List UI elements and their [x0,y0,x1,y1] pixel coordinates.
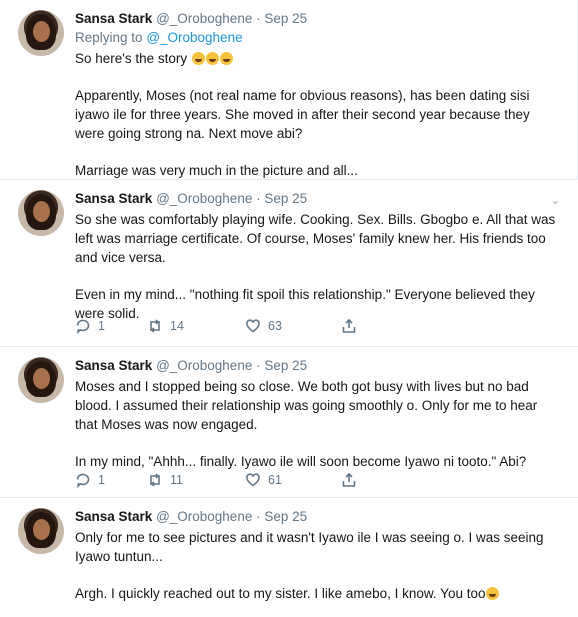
reply-icon [76,319,90,334]
tweet-date[interactable]: Sep 25 [264,11,307,26]
retweet-button[interactable]: 14 [147,318,245,334]
tweet-date[interactable]: Sep 25 [264,191,307,206]
tweet-actions: 1 14 63 [75,318,357,334]
author-name[interactable]: Sansa Stark [75,11,152,26]
retweet-icon [150,473,160,487]
share-icon [342,472,356,487]
tweet-text: Moses and I stopped being so close. We b… [75,379,538,469]
tongue-emoji-icon [486,587,500,600]
reply-icon [76,473,90,488]
tweet-1[interactable]: Sansa Stark @_Oroboghene · Sep 25 Replyi… [0,0,578,180]
reply-button[interactable]: 1 [75,472,147,488]
tweet-actions: 1 11 61 [75,472,357,488]
author-handle[interactable]: @_Oroboghene [156,358,252,373]
tweet-2[interactable]: Sansa Stark @_Oroboghene · Sep 25 ⌄ So s… [0,180,578,347]
tweet-text: So here's the story Apparently, Moses (n… [75,51,530,178]
avatar[interactable] [18,357,64,403]
tweet-header: Sansa Stark @_Oroboghene · Sep 25 ⌄ [75,190,560,208]
tweet-header: Sansa Stark @_Oroboghene · Sep 25 [75,358,308,373]
tweet-text: So she was comfortably playing wife. Coo… [75,212,556,321]
retweet-button[interactable]: 11 [147,472,245,488]
share-icon [342,318,356,333]
author-handle[interactable]: @_Oroboghene [156,11,252,26]
like-button[interactable]: 63 [245,318,341,334]
avatar[interactable] [18,10,64,56]
reply-context: Replying to @_Oroboghene [75,30,243,45]
tweet-text: Only for me to see pictures and it wasn'… [75,530,544,601]
reply-button[interactable]: 1 [75,318,147,334]
heart-icon [246,319,260,333]
share-button[interactable] [341,472,357,488]
laughing-emoji-icon [205,52,219,65]
tweet-date[interactable]: Sep 25 [264,358,307,373]
author-name[interactable]: Sansa Stark [75,358,152,373]
like-button[interactable]: 61 [245,472,341,488]
tweet-header: Sansa Stark @_Oroboghene · Sep 25 [75,11,308,26]
avatar[interactable] [18,508,64,554]
author-handle[interactable]: @_Oroboghene [156,191,252,206]
laughing-emoji-icon [219,52,233,65]
reply-to-link[interactable]: @_Oroboghene [146,30,242,45]
tweet-3[interactable]: Sansa Stark @_Oroboghene · Sep 25 Moses … [0,347,578,498]
author-handle[interactable]: @_Oroboghene [156,509,252,524]
laughing-emoji-icon [191,52,205,65]
avatar[interactable] [18,190,64,236]
heart-icon [246,473,260,487]
share-button[interactable] [341,318,357,334]
tweet-4[interactable]: Sansa Stark @_Oroboghene · Sep 25 Only f… [0,498,578,617]
chevron-down-icon[interactable]: ⌄ [551,192,560,210]
tweet-date[interactable]: Sep 25 [264,509,307,524]
author-name[interactable]: Sansa Stark [75,509,152,524]
retweet-icon [150,319,160,333]
author-name[interactable]: Sansa Stark [75,191,152,206]
tweet-header: Sansa Stark @_Oroboghene · Sep 25 [75,509,308,524]
